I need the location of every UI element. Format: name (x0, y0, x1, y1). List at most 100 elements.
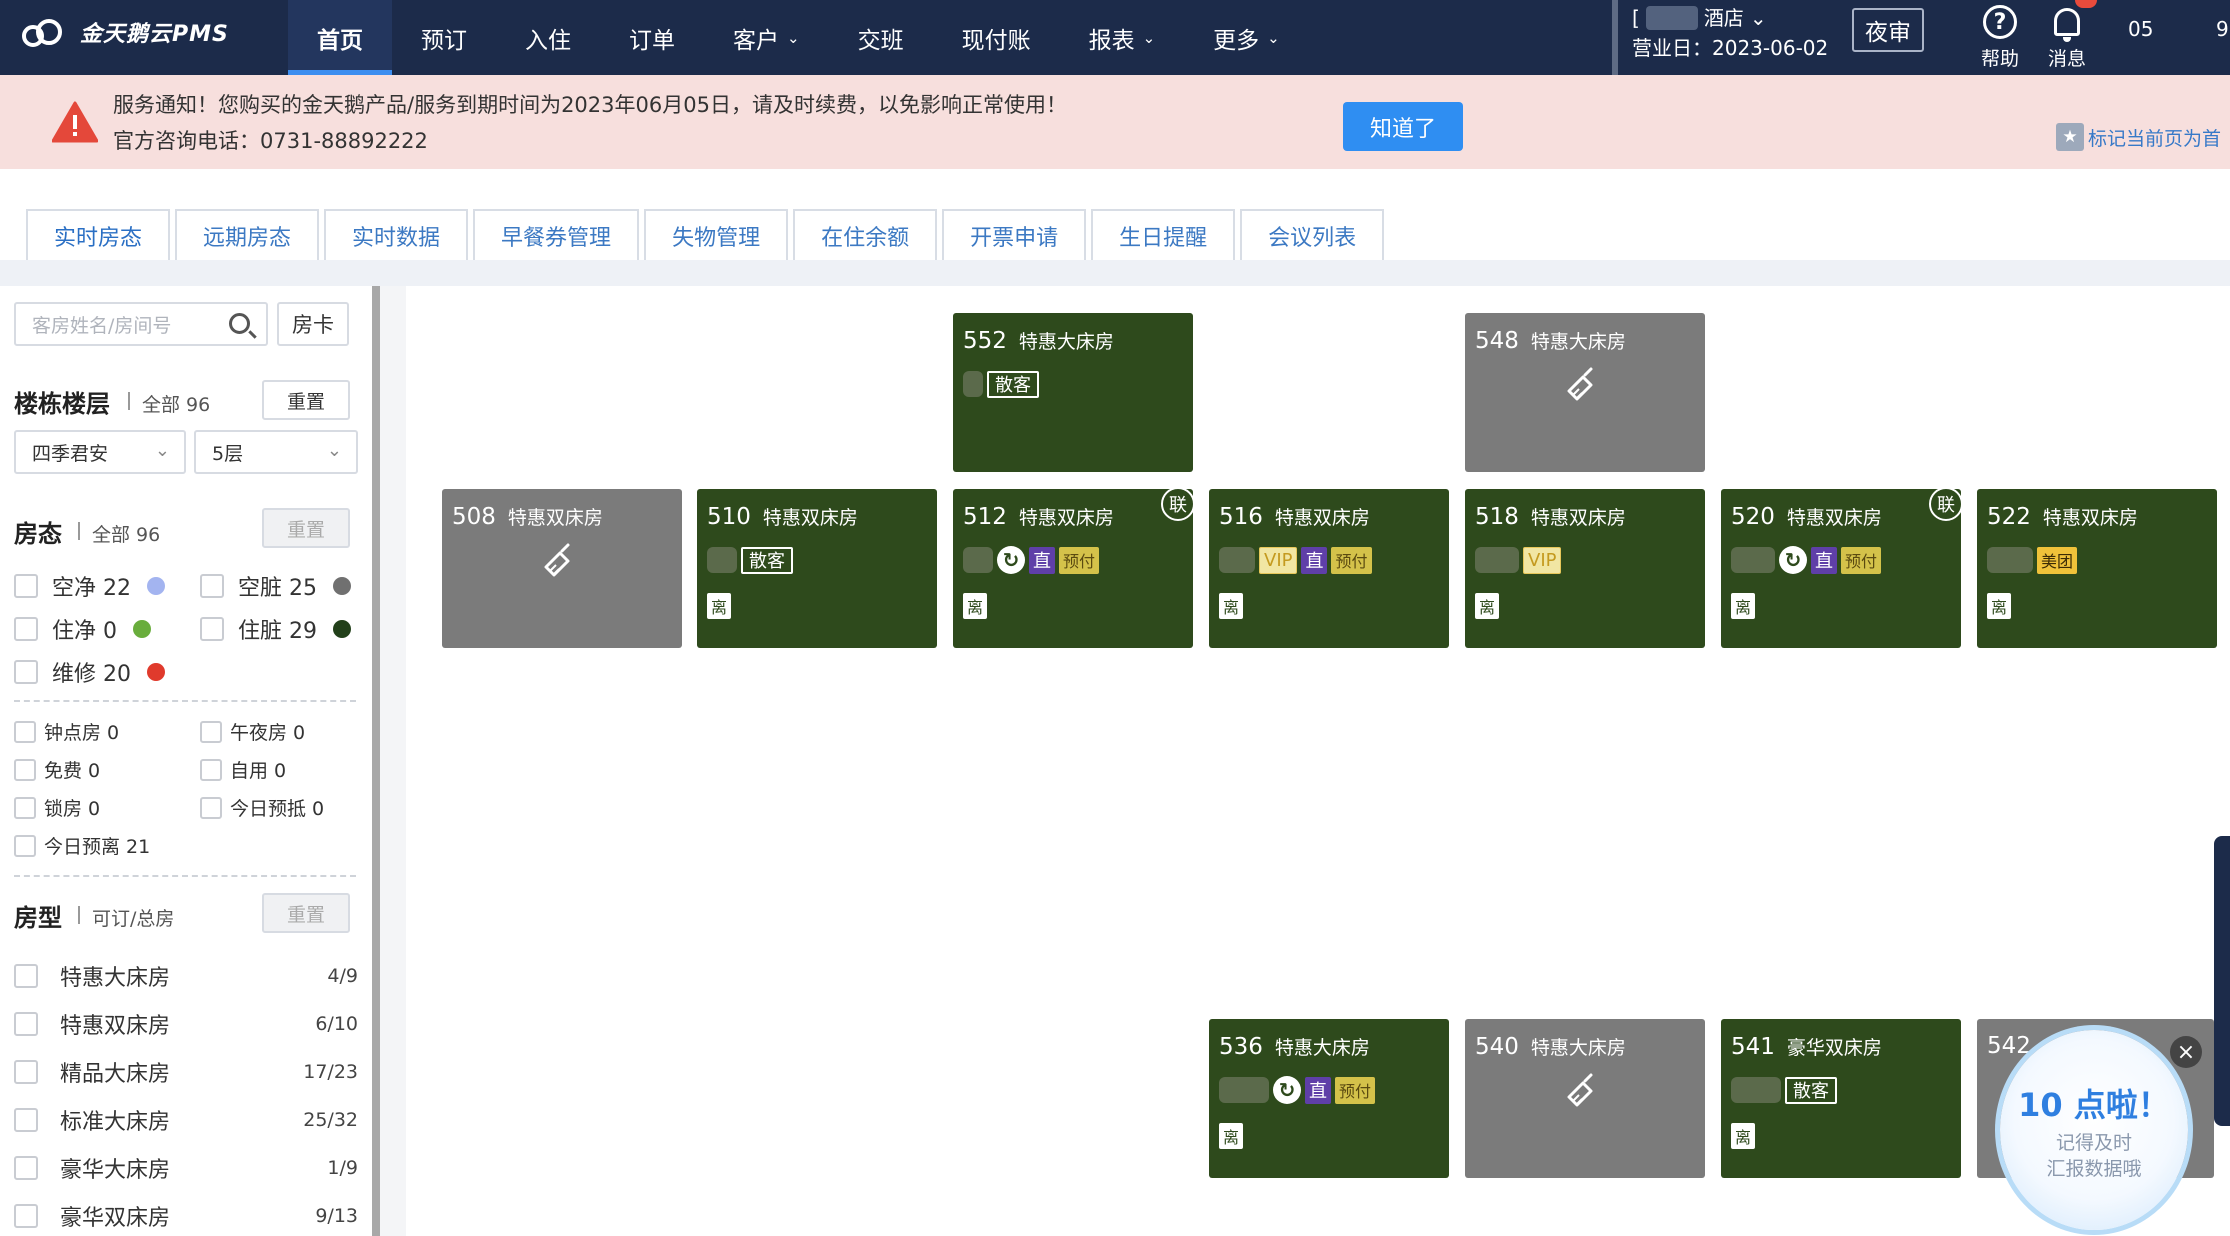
search-icon[interactable] (229, 313, 250, 334)
nav-label: 客户 (733, 27, 779, 54)
checkbox[interactable] (14, 796, 36, 819)
building-floor-title: 楼栋楼层 (14, 390, 110, 418)
hotel-selector[interactable]: [酒店 ⌄ 营业日：2023-06-02 (1632, 3, 1828, 63)
room-type-item[interactable]: 精品大床房 17/23 (14, 1056, 358, 1088)
status-vacant-clean-checkbox[interactable]: 空净 22 (14, 570, 165, 602)
checkbox[interactable] (200, 617, 224, 641)
room-card-540[interactable]: 540 特惠大床房 (1465, 1019, 1705, 1178)
room-card-508[interactable]: 508 特惠双床房 (442, 489, 682, 648)
status-reset-button[interactable]: 重置 (262, 508, 350, 548)
room-card-552[interactable]: 552 特惠大床房 散客 (953, 313, 1193, 472)
checkbox[interactable] (14, 720, 36, 743)
tab-invoice-requests[interactable]: 开票申请 (942, 209, 1087, 260)
status-occupied-dirty-checkbox[interactable]: 住脏 29 (200, 613, 351, 645)
acknowledge-button[interactable]: 知道了 (1343, 102, 1463, 151)
filter-hourly-checkbox[interactable]: 钟点房 0 (14, 718, 119, 745)
divider (14, 700, 356, 702)
room-type-item[interactable]: 豪华大床房 1/9 (14, 1152, 358, 1184)
room-card-button[interactable]: 房卡 (277, 302, 349, 346)
checkbox[interactable] (200, 796, 222, 819)
filter-locked-checkbox[interactable]: 锁房 0 (14, 794, 100, 821)
tab-breakfast-coupons[interactable]: 早餐券管理 (473, 209, 640, 260)
sidebar-scrollbar[interactable] (372, 286, 380, 1236)
tab-in-house-balance[interactable]: 在住余额 (793, 209, 938, 260)
room-type-reset-button[interactable]: 重置 (262, 893, 350, 933)
room-card-512[interactable]: 512 特惠双床房 联 ↻ 直预付 离 (953, 487, 1195, 648)
room-card-520[interactable]: 520 特惠双床房 联 ↻ 直预付 离 (1721, 487, 1963, 648)
nav-cash-account[interactable]: 现付账 (933, 0, 1060, 75)
tab-birthday-reminders[interactable]: 生日提醒 (1091, 209, 1236, 260)
status-label: 空净 22 (52, 576, 131, 601)
checkbox[interactable] (14, 1060, 38, 1084)
room-card-516[interactable]: 516 特惠双床房 VIP 直预付 离 (1209, 489, 1449, 648)
checkbox[interactable] (14, 1156, 38, 1180)
room-type-item[interactable]: 特惠双床房 6/10 (14, 1008, 358, 1040)
status-maintenance-checkbox[interactable]: 维修 20 (14, 656, 165, 688)
notice-line-2: 官方咨询电话：0731-88892222 (113, 129, 428, 153)
tab-realtime-room-status[interactable]: 实时房态 (26, 209, 171, 260)
checkbox[interactable] (14, 758, 36, 781)
reminder-popup[interactable]: 10 点啦！ 记得及时 汇报数据哦 (2000, 1030, 2188, 1230)
popup-title: 10 点啦！ (2018, 1086, 2170, 1124)
floating-side-tab[interactable] (2214, 836, 2230, 1126)
checkbox[interactable] (14, 834, 36, 857)
checkbox[interactable] (200, 758, 222, 781)
checkbox[interactable] (200, 574, 224, 598)
filter-midnight-checkbox[interactable]: 午夜房 0 (200, 718, 305, 745)
walk-in-tag: 散客 (1785, 1076, 1837, 1104)
popup-subtitle: 记得及时 汇报数据哦 (2000, 1130, 2188, 1182)
room-type-item[interactable]: 标准大床房 25/32 (14, 1104, 358, 1136)
redacted-guest (1987, 547, 2033, 573)
nav-home[interactable]: 首页 (288, 0, 392, 75)
checkbox[interactable] (14, 1108, 38, 1132)
redacted-guest (1475, 547, 1519, 573)
logo-text: 金天鹅云PMS (80, 22, 229, 47)
messages-button[interactable]: 消息 (2035, 0, 2099, 71)
building-reset-button[interactable]: 重置 (262, 380, 350, 420)
tab-lost-found[interactable]: 失物管理 (644, 209, 789, 260)
tab-meeting-list[interactable]: 会议列表 (1240, 209, 1385, 260)
nav-checkin[interactable]: 入住 (496, 0, 600, 75)
status-vacant-dirty-checkbox[interactable]: 空脏 25 (200, 570, 351, 602)
room-card-548[interactable]: 548 特惠大床房 (1465, 313, 1705, 472)
nav-customers[interactable]: 客户 ⌄ (704, 0, 829, 75)
redacted-guest (707, 547, 737, 573)
filter-self-use-checkbox[interactable]: 自用 0 (200, 756, 286, 783)
filter-departure-today-checkbox[interactable]: 今日预离 21 (14, 832, 150, 859)
app-logo[interactable]: 金天鹅云PMS (22, 16, 229, 48)
night-audit-button[interactable]: 夜审 (1852, 8, 1924, 52)
nav-reports[interactable]: 报表 ⌄ (1060, 0, 1185, 75)
nav-more[interactable]: 更多 ⌄ (1184, 0, 1309, 75)
tab-future-room-status[interactable]: 远期房态 (175, 209, 320, 260)
bookmark-homepage-link[interactable]: ★ 标记当前页为首 (2056, 123, 2221, 151)
nav-shift[interactable]: 交班 (829, 0, 933, 75)
checkbox[interactable] (14, 617, 38, 641)
bell-icon (2054, 8, 2080, 42)
checkbox[interactable] (14, 964, 38, 988)
tab-realtime-data[interactable]: 实时数据 (324, 209, 469, 260)
status-occupied-clean-checkbox[interactable]: 住净 0 (14, 613, 151, 645)
filter-free-checkbox[interactable]: 免费 0 (14, 756, 100, 783)
room-card-536[interactable]: 536 特惠大床房 ↻ 直预付 离 (1209, 1019, 1449, 1178)
search-input[interactable]: 客房姓名/房间号 (14, 302, 268, 346)
clock-partial: 05 (2128, 17, 2154, 41)
nav-orders[interactable]: 订单 (600, 0, 704, 75)
status-label: 住净 0 (52, 619, 117, 644)
room-type-item[interactable]: 特惠大床房 4/9 (14, 960, 358, 992)
close-icon[interactable]: × (2170, 1036, 2202, 1068)
help-button[interactable]: ? 帮助 (1968, 0, 2032, 71)
building-select[interactable]: 四季君安 ⌄ (14, 430, 186, 474)
checkbox[interactable] (14, 1204, 38, 1228)
checkbox[interactable] (200, 720, 222, 743)
nav-booking[interactable]: 预订 (392, 0, 496, 75)
room-card-510[interactable]: 510 特惠双床房 散客 离 (697, 489, 937, 648)
room-type-item[interactable]: 豪华双床房 9/13 (14, 1200, 358, 1232)
room-card-518[interactable]: 518 特惠双床房 VIP 离 (1465, 489, 1705, 648)
filter-arrival-today-checkbox[interactable]: 今日预抵 0 (200, 794, 324, 821)
checkbox[interactable] (14, 1012, 38, 1036)
floor-select[interactable]: 5层 ⌄ (194, 430, 358, 474)
room-card-541[interactable]: 541 豪华双床房 散客 离 (1721, 1019, 1961, 1178)
checkbox[interactable] (14, 574, 38, 598)
checkbox[interactable] (14, 660, 38, 684)
room-card-522[interactable]: 522 特惠双床房 美团 离 (1977, 489, 2217, 648)
